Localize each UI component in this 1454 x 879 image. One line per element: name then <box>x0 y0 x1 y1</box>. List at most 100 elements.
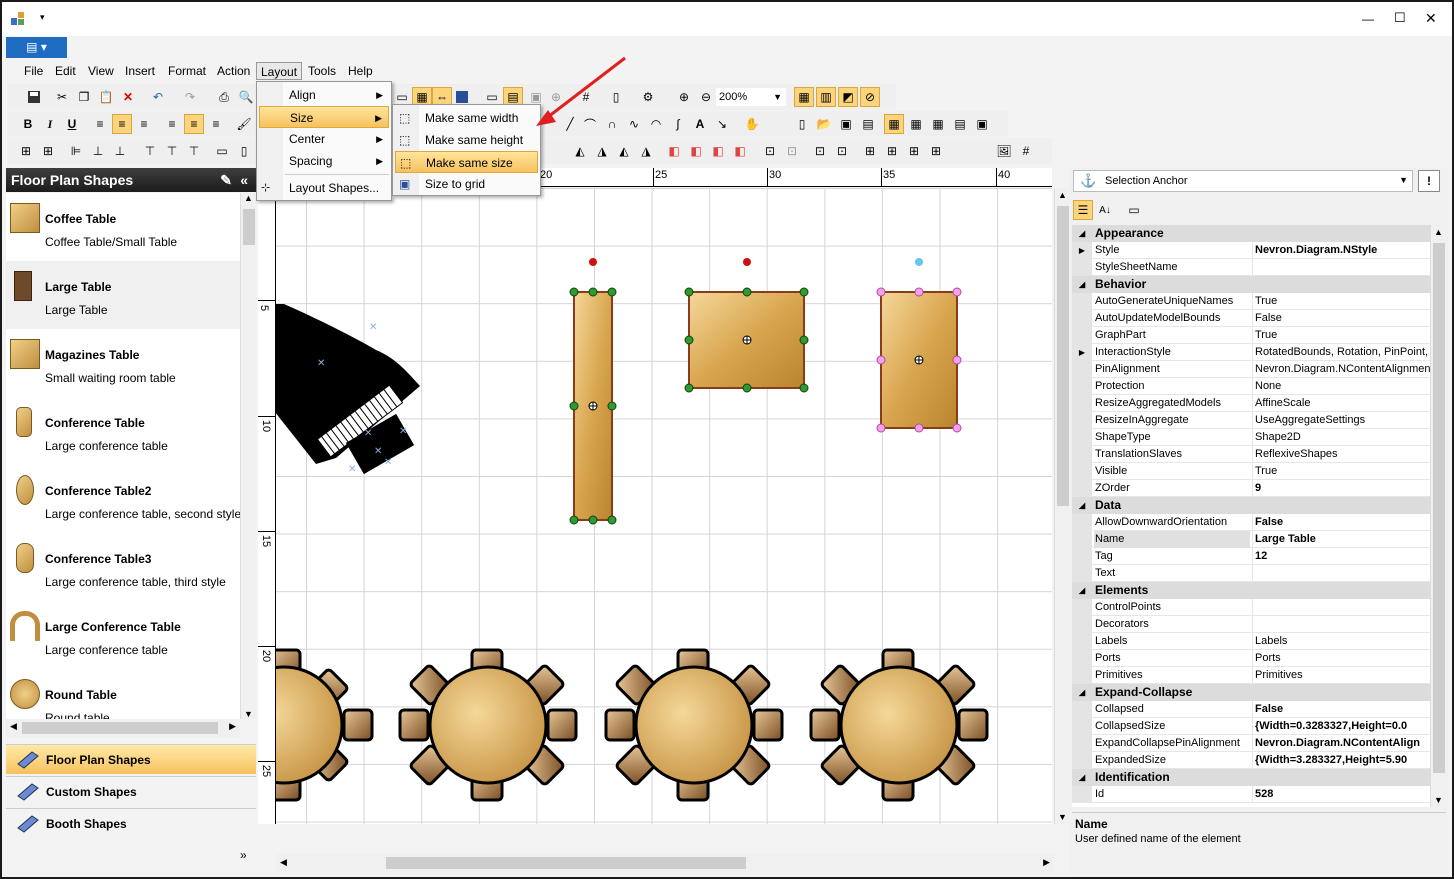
shape-item-large-conference-table[interactable]: Large Conference Table Large conference … <box>6 601 240 669</box>
prop-value[interactable]: 528 <box>1252 786 1430 803</box>
shape-item-conference-table3[interactable]: Conference Table3 Large conference table… <box>6 533 240 601</box>
prop-row[interactable]: Primitives Primitives <box>1072 667 1430 684</box>
shape-item-round-table[interactable]: Round Table Round table <box>6 669 240 719</box>
order-4-icon[interactable]: ◧ <box>730 141 750 161</box>
collapse-icon[interactable]: ◢ <box>1079 497 1085 514</box>
zoom-out-icon[interactable]: ⊖ <box>696 87 716 107</box>
connector-tool-icon[interactable]: ↘ <box>712 114 732 134</box>
valign-bottom-icon[interactable]: ≡ <box>206 114 226 134</box>
prop-row[interactable]: ResizeInAggregate UseAggregateSettings <box>1072 412 1430 429</box>
categorized-icon[interactable]: ☰ <box>1073 200 1093 220</box>
round-table-3[interactable] <box>604 648 784 802</box>
expand-icon[interactable]: ▶ <box>1072 242 1092 259</box>
scrollbar-thumb[interactable] <box>243 209 255 245</box>
quick-access-button[interactable]: ▤ ▾ <box>6 37 67 58</box>
shape-item-coffee-table[interactable]: Coffee Table Coffee Table/Small Table <box>6 193 240 261</box>
prop-row[interactable]: PinAlignment Nevron.Diagram.NContentAlign… <box>1072 361 1430 378</box>
flip-1-icon[interactable]: ◭ <box>570 141 590 161</box>
prop-value[interactable]: True <box>1252 463 1430 480</box>
spline-tool-icon[interactable]: ∫ <box>668 114 688 134</box>
prop-row[interactable]: ControlPoints <box>1072 599 1430 616</box>
underline-button[interactable]: U <box>62 114 82 134</box>
menu-layout[interactable]: Layout <box>256 62 303 80</box>
prop-value[interactable]: False <box>1252 514 1430 531</box>
prop-row[interactable]: ResizeAggregatedModels AffineScale <box>1072 395 1430 412</box>
collapse-panel-icon[interactable]: « <box>240 168 248 192</box>
snap-icon[interactable]: ▦ <box>794 87 814 107</box>
collapse-icon[interactable]: ◢ <box>1079 276 1085 293</box>
menu-view[interactable]: View <box>84 62 118 80</box>
scroll-up-icon[interactable]: ▲ <box>244 193 253 203</box>
menu-insert[interactable]: Insert <box>121 62 159 80</box>
layout-menu-spacing[interactable]: Spacing ▶ <box>259 150 389 172</box>
prop-row[interactable]: Labels Labels <box>1072 633 1430 650</box>
flip-4-icon[interactable]: ◮ <box>636 141 656 161</box>
same-width-icon[interactable]: ▭ <box>212 141 232 161</box>
alphabetical-icon[interactable]: A↓ <box>1095 200 1115 220</box>
view-1-icon[interactable]: ▦ <box>884 114 904 134</box>
prop-row[interactable]: ZOrder 9 <box>1072 480 1430 497</box>
same-height-icon[interactable]: ▯ <box>234 141 254 161</box>
shape-item-conference-table2[interactable]: Conference Table2 Large conference table… <box>6 465 240 533</box>
shapes-list-hscroll[interactable]: ◀ ▶ <box>6 719 240 737</box>
arrange-3-icon[interactable]: ⊞ <box>860 141 880 161</box>
undo-icon[interactable]: ↶ <box>148 87 168 107</box>
align-tops-icon[interactable]: ⊥ <box>88 141 108 161</box>
prop-value[interactable]: Labels <box>1252 633 1430 650</box>
pan-tool-icon[interactable]: ✋ <box>742 114 762 134</box>
flip-2-icon[interactable]: ◮ <box>592 141 612 161</box>
redo-icon[interactable]: ↷ <box>180 87 200 107</box>
expand-icon[interactable]: ▶ <box>1072 344 1092 361</box>
more-categories-icon[interactable]: » <box>240 848 247 862</box>
shape-item-conference-table[interactable]: Conference Table Large conference table <box>6 397 240 465</box>
prop-value[interactable]: RotatedBounds, Rotation, PinPoint, S <box>1252 344 1430 361</box>
prop-value[interactable]: Shape2D <box>1252 429 1430 446</box>
scroll-down-icon[interactable]: ▼ <box>244 709 253 719</box>
category-booth-shapes[interactable]: Booth Shapes <box>6 808 256 838</box>
layout-menu-align[interactable]: Align ▶ <box>259 84 389 106</box>
print-preview-icon[interactable]: 🔍 <box>236 87 256 107</box>
canvas-hscroll[interactable]: ◀ ▶ <box>276 854 1054 872</box>
prop-row[interactable]: ExpandCollapsePinAlignment Nevron.Diagram… <box>1072 735 1430 752</box>
magazines-table-shape[interactable] <box>684 258 809 393</box>
align-right-icon[interactable]: ≡ <box>134 114 154 134</box>
piano-shape[interactable]: ✕ ✕ ✕ ✕ ✕ ✕ ✕ <box>276 304 420 475</box>
property-grid-vscroll[interactable]: ▲ ▼ <box>1430 225 1446 807</box>
bold-button[interactable]: B <box>18 114 38 134</box>
prop-row[interactable]: CollapsedSize {Width=0.3283327,Height=0.0 <box>1072 718 1430 735</box>
prop-row[interactable]: Decorators <box>1072 616 1430 633</box>
view-5-icon[interactable]: ▣ <box>972 114 992 134</box>
align-lefts-icon[interactable]: ⊞ <box>16 141 36 161</box>
export-icon[interactable]: ▤ <box>858 114 878 134</box>
align-bottoms-icon[interactable]: ⊤ <box>140 141 160 161</box>
ruler-toggle-icon[interactable]: ▥ <box>816 87 836 107</box>
prop-row[interactable]: Ports Ports <box>1072 650 1430 667</box>
prop-value[interactable]: AffineScale <box>1252 395 1430 412</box>
prop-row[interactable]: Visible True <box>1072 463 1430 480</box>
size-menu-size-to-grid[interactable]: ▣ Size to grid <box>395 173 538 195</box>
edit-pencil-icon[interactable]: ✎ <box>220 168 232 192</box>
menu-tools[interactable]: Tools <box>304 62 340 80</box>
collapse-icon[interactable]: ◢ <box>1079 684 1085 701</box>
arrange-5-icon[interactable]: ⊞ <box>904 141 924 161</box>
prop-value[interactable]: Nevron.Diagram.NContentAlign <box>1252 735 1430 752</box>
no-select-icon[interactable]: ⊘ <box>860 87 880 107</box>
prop-value[interactable]: Nevron.Diagram.NStyle <box>1252 242 1430 259</box>
scrollbar-thumb[interactable] <box>1057 206 1069 506</box>
prop-value[interactable] <box>1252 259 1430 276</box>
prop-row[interactable]: ▶ InteractionStyle RotatedBounds, Rotation… <box>1072 344 1430 361</box>
fill-color-icon[interactable]: 🖌 <box>234 114 254 134</box>
arrange-2-icon[interactable]: ⊡ <box>832 141 852 161</box>
maximize-button[interactable]: ☐ <box>1394 10 1406 26</box>
scrollbar-thumb[interactable] <box>22 722 218 734</box>
scroll-right-icon[interactable]: ▶ <box>229 721 236 732</box>
shape-item-large-table[interactable]: Large Table Large Table <box>6 261 240 329</box>
scrollbar-thumb[interactable] <box>386 857 746 869</box>
collapse-icon[interactable]: ◢ <box>1079 769 1085 786</box>
coffee-table-shape[interactable] <box>876 258 962 433</box>
quick-access-dropdown-icon[interactable]: ▾ <box>40 12 45 23</box>
order-2-icon[interactable]: ◧ <box>686 141 706 161</box>
prop-row[interactable]: AutoGenerateUniqueNames True <box>1072 293 1430 310</box>
align-middles-icon[interactable]: ⊥ <box>110 141 130 161</box>
category-identification[interactable]: ◢ Identification <box>1072 769 1430 786</box>
